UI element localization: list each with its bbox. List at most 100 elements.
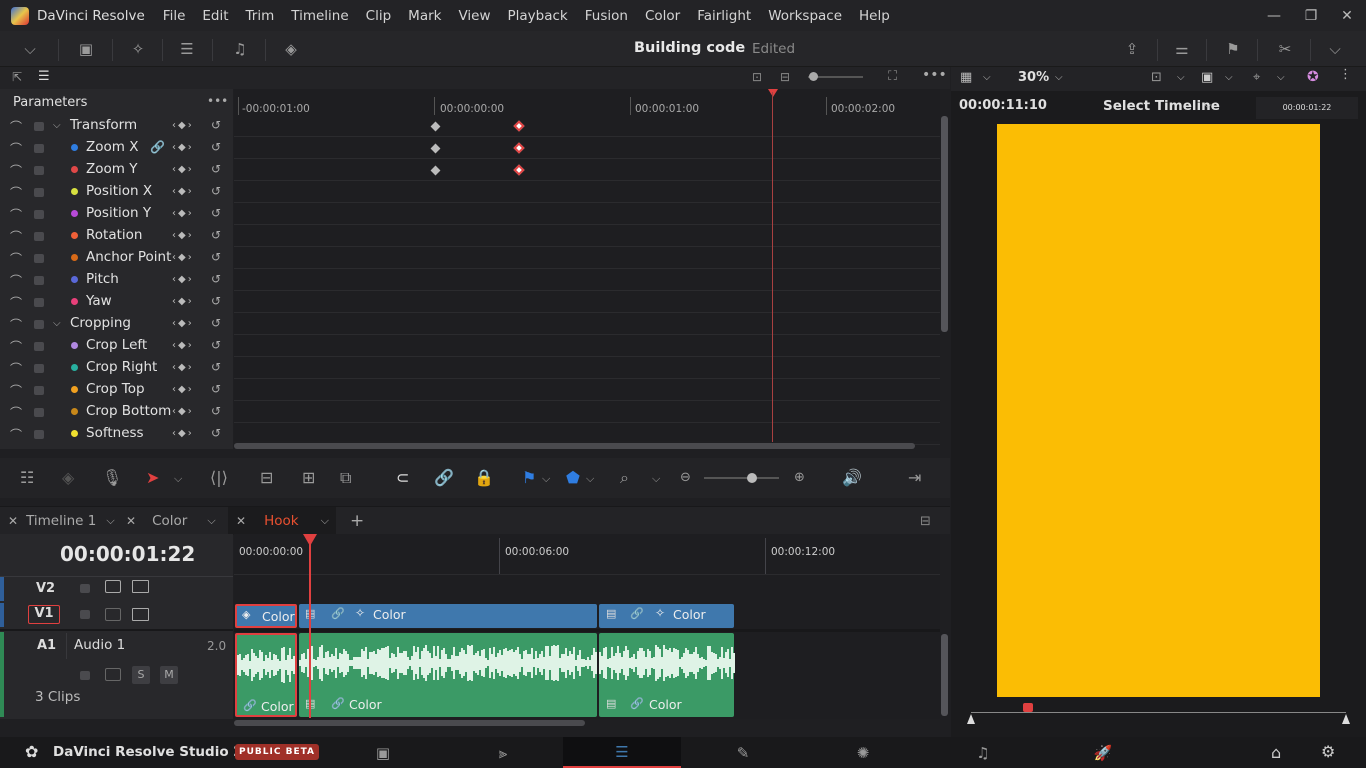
zoom-range-icon[interactable]: ⊟	[780, 70, 790, 84]
curve-icon[interactable]: ⌒	[10, 382, 26, 398]
hd-icon[interactable]: ▣	[1201, 70, 1213, 85]
keyframe-nav-icon[interactable]: ‹◆›	[172, 186, 194, 197]
timeline-zoom-slider[interactable]	[704, 477, 779, 479]
track-name-a1[interactable]: Audio 1	[74, 637, 125, 653]
deliver-page-icon[interactable]: 🚀	[1044, 737, 1162, 768]
param-row[interactable]: ⌒ Crop Right ‹◆› ↺	[0, 356, 233, 378]
out-point-marker[interactable]	[1342, 714, 1350, 724]
chevron-down-icon[interactable]: ⌵	[1055, 72, 1063, 83]
close-icon[interactable]: ✕	[236, 514, 246, 528]
reset-icon[interactable]: ↺	[211, 206, 221, 220]
metadata-icon[interactable]: ⚑	[1223, 39, 1243, 59]
lock-icon[interactable]	[34, 276, 44, 285]
menu-playback[interactable]: Playback	[508, 8, 568, 24]
keyframe-nav-icon[interactable]: ‹◆›	[172, 362, 194, 373]
effects-icon[interactable]: ✧	[128, 39, 148, 59]
reset-icon[interactable]: ↺	[211, 250, 221, 264]
chevron-down-icon[interactable]: ⌵	[586, 472, 594, 486]
chevron-down-icon[interactable]: ⌵	[542, 472, 550, 486]
reset-icon[interactable]: ↺	[211, 404, 221, 418]
inspector-icon[interactable]: ✂	[1275, 39, 1295, 59]
auto-select-icon[interactable]	[105, 668, 121, 681]
snapping-icon[interactable]: ⊂	[396, 468, 409, 487]
chevron-down-icon[interactable]: ⌵	[174, 472, 182, 486]
reset-icon[interactable]: ↺	[211, 162, 221, 176]
param-row[interactable]: ⌒ Yaw ‹◆› ↺	[0, 290, 233, 312]
menu-fairlight[interactable]: Fairlight	[697, 8, 751, 24]
track-enable-icon[interactable]	[132, 580, 149, 593]
kf-playhead-marker[interactable]	[768, 89, 778, 97]
timeline-options-icon[interactable]: ☷	[20, 468, 34, 487]
keyframe-nav-icon[interactable]: ‹◆›	[172, 406, 194, 417]
reset-icon[interactable]: ↺	[211, 360, 221, 374]
curve-icon[interactable]: ⌒	[10, 228, 26, 244]
in-point-marker[interactable]	[967, 714, 975, 724]
options-icon[interactable]: •••	[922, 67, 947, 83]
lock-icon[interactable]	[34, 386, 44, 395]
link-icon[interactable]: 🔗	[150, 140, 165, 154]
param-row[interactable]: ⌒ Position X ‹◆› ↺	[0, 180, 233, 202]
param-row[interactable]: ⌒ Crop Left ‹◆› ↺	[0, 334, 233, 356]
volume-icon[interactable]: 🔊	[842, 468, 862, 487]
edit-index-icon[interactable]: ☰	[177, 39, 197, 59]
zoom-level[interactable]: 30%	[1018, 70, 1049, 85]
color-effects-icon[interactable]: ✪	[1307, 69, 1319, 85]
tl-hscroll[interactable]	[234, 720, 585, 726]
reset-icon[interactable]: ↺	[211, 118, 221, 132]
curve-icon[interactable]: ⌒	[10, 294, 26, 310]
chevron-down-icon[interactable]: ⌵	[321, 514, 329, 528]
lock-icon[interactable]	[34, 144, 44, 153]
menu-clip[interactable]: Clip	[366, 8, 392, 24]
selection-tool-icon[interactable]: ➤	[146, 468, 159, 487]
param-row[interactable]: ⌒ Crop Bottom ‹◆› ↺	[0, 400, 233, 422]
media-page-icon[interactable]: ▣	[324, 737, 442, 768]
flag-icon[interactable]: ⚑	[522, 468, 536, 487]
layout-icon[interactable]: ▦	[960, 70, 972, 85]
mixer-icon[interactable]: ⚌	[1172, 39, 1192, 59]
keyframe-area[interactable]	[234, 89, 940, 445]
cut-page-icon[interactable]: ⫸	[444, 737, 562, 768]
tab-timeline-1[interactable]: ✕ Timeline 1 ⌵	[8, 507, 115, 535]
reset-icon[interactable]: ↺	[211, 140, 221, 154]
lock-icon[interactable]	[80, 584, 90, 593]
kf-vscroll[interactable]	[941, 116, 948, 332]
menu-edit[interactable]: Edit	[202, 8, 228, 24]
keyframe-nav-icon[interactable]: ‹◆›	[172, 120, 194, 131]
menu-trim[interactable]: Trim	[246, 8, 275, 24]
keyframe-nav-icon[interactable]: ‹◆›	[172, 296, 194, 307]
keyframe-nav-icon[interactable]: ‹◆›	[172, 142, 194, 153]
param-row[interactable]: ⌒ Position Y ‹◆› ↺	[0, 202, 233, 224]
lock-icon[interactable]	[34, 342, 44, 351]
curve-icon[interactable]: ⌒	[10, 316, 26, 332]
fairlight-page-icon[interactable]: ♫	[924, 737, 1042, 768]
keyframe-nav-icon[interactable]: ‹◆›	[172, 230, 194, 241]
zoom-fit-icon[interactable]: ⊡	[752, 70, 762, 84]
timeline-zoom-handle[interactable]	[747, 473, 757, 483]
menu-color[interactable]: Color	[645, 8, 680, 24]
color-page-icon[interactable]: ✺	[804, 737, 922, 768]
menu-file[interactable]: File	[163, 8, 186, 24]
keyframe-nav-icon[interactable]: ‹◆›	[172, 428, 194, 439]
kf-hscroll[interactable]	[234, 443, 915, 449]
marker-icon[interactable]: ⬟	[566, 468, 580, 487]
param-row[interactable]: ⌒ Softness ‹◆› ↺	[0, 422, 233, 444]
scrubber-bar[interactable]	[971, 712, 1346, 713]
param-row[interactable]: ⌒ ⌵ Transform ‹◆› ↺	[0, 114, 233, 136]
sound-library-icon[interactable]: ♫	[230, 39, 250, 59]
lock-icon[interactable]	[80, 671, 90, 680]
tl-vscroll[interactable]	[941, 634, 948, 716]
viewer-options-icon[interactable]: ⋮	[1339, 67, 1352, 82]
keyframe-nav-icon[interactable]: ‹◆›	[172, 208, 194, 219]
reset-icon[interactable]: ↺	[211, 338, 221, 352]
lock-icon[interactable]	[34, 254, 44, 263]
track-enable-icon[interactable]	[132, 608, 149, 621]
param-row[interactable]: ⌒ Anchor Point ‹◆› ↺	[0, 246, 233, 268]
chevron-down-icon[interactable]: ⌵	[1225, 72, 1233, 83]
mute-button[interactable]: M	[160, 666, 178, 684]
keyframe-nav-icon[interactable]: ‹◆›	[172, 164, 194, 175]
curve-icon[interactable]: ⌒	[10, 360, 26, 376]
lock-icon[interactable]	[34, 364, 44, 373]
track-label-v1[interactable]: V1	[28, 605, 60, 624]
lock-icon[interactable]	[80, 610, 90, 619]
reset-icon[interactable]: ↺	[211, 316, 221, 330]
